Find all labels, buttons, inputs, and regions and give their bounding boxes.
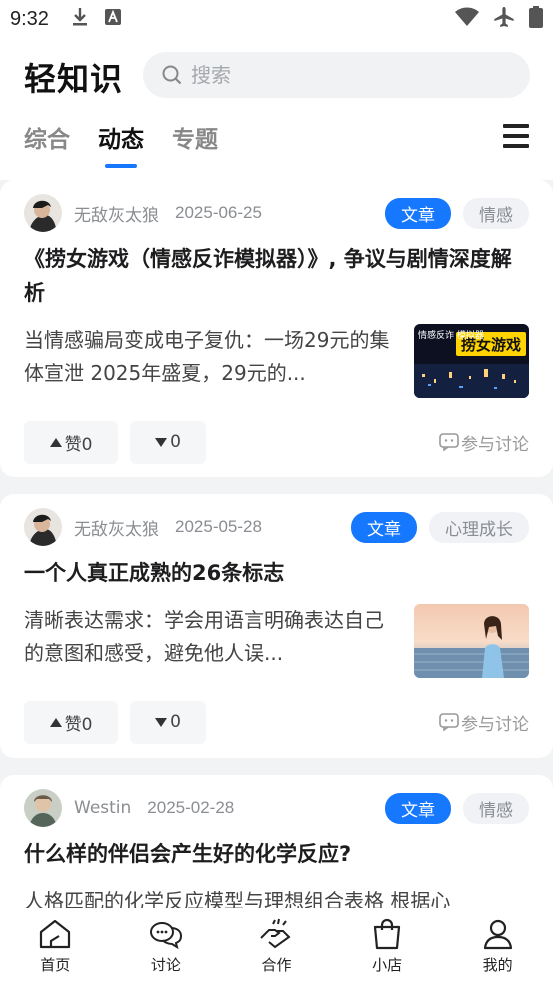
type-tag[interactable]: 文章 [351, 511, 417, 543]
feed: 无敌灰太狼 2025-06-25 文章 情感 《捞女游戏（情感反诈模拟器）》, … [0, 180, 553, 908]
post-card[interactable]: Westin 2025-02-28 文章 情感 什么样的伴侣会产生好的化学反应?… [0, 775, 553, 908]
author-name[interactable]: 无敌灰太狼 [74, 201, 159, 226]
dislike-button[interactable]: 0 [130, 420, 206, 464]
menu-icon-bar [503, 134, 529, 138]
header: 轻知识 综合 动态 专题 [0, 38, 553, 180]
type-tag[interactable]: 文章 [385, 197, 451, 229]
post-card[interactable]: 无敌灰太狼 2025-06-25 文章 情感 《捞女游戏（情感反诈模拟器）》, … [0, 180, 553, 477]
discuss-button[interactable]: 参与讨论 [439, 710, 529, 735]
discuss-label: 参与讨论 [461, 714, 529, 735]
home-icon [40, 919, 71, 948]
avatar[interactable] [24, 194, 62, 232]
menu-icon-bar [503, 144, 529, 148]
battery-icon [529, 6, 543, 32]
nav-label: 首页 [40, 955, 71, 974]
avatar[interactable] [24, 789, 62, 827]
post-summary[interactable]: 清晰表达需求：学会用语言明确表达自己的意图和感受，避免他人误... [24, 604, 396, 670]
font-icon [104, 9, 121, 29]
post-date: 2025-02-28 [147, 798, 235, 817]
like-button[interactable]: 赞0 [24, 700, 118, 744]
wifi-icon [455, 7, 479, 31]
comment-icon [439, 713, 459, 731]
post-title[interactable]: 一个人真正成熟的26条标志 [24, 556, 529, 590]
nav-label: 合作 [261, 955, 292, 974]
status-time: 9:32 [10, 7, 49, 30]
nav-discuss[interactable]: 讨论 [126, 918, 206, 975]
avatar[interactable] [24, 508, 62, 546]
like-count: 赞0 [64, 714, 93, 735]
search-box[interactable] [143, 52, 530, 98]
post-summary[interactable]: 人格匹配的化学反应模型与理想组合表格 根据心 [24, 885, 529, 908]
tab-comprehensive[interactable]: 综合 [24, 120, 70, 168]
app-title: 轻知识 [24, 60, 124, 98]
search-input[interactable] [191, 63, 491, 87]
discuss-button[interactable]: 参与讨论 [439, 430, 529, 455]
dislike-count: 0 [170, 712, 181, 732]
user-icon [483, 919, 512, 949]
post-summary[interactable]: 当情感骗局变成电子复仇：一场29元的集体宣泄 2025年盛夏，29元的... [24, 324, 396, 390]
chat-icon [149, 921, 182, 949]
shopping-bag-icon [373, 918, 401, 949]
nav-label: 讨论 [150, 955, 181, 974]
comment-icon [439, 433, 459, 451]
handshake-icon [260, 918, 292, 948]
nav-profile[interactable]: 我的 [458, 918, 538, 975]
tab-topics[interactable]: 专题 [172, 120, 218, 168]
post-actions: 赞0 0 参与讨论 [24, 700, 529, 744]
search-icon [162, 65, 182, 85]
menu-button[interactable] [503, 124, 529, 148]
airplane-icon [493, 6, 515, 32]
category-tag[interactable]: 心理成长 [429, 511, 529, 543]
bottom-nav: 首页 讨论 合作 小店 我的 [0, 908, 553, 984]
tab-bar: 综合 动态 专题 [24, 120, 218, 168]
nav-home[interactable]: 首页 [15, 918, 95, 975]
upvote-icon [49, 717, 62, 727]
category-tag[interactable]: 情感 [463, 197, 529, 229]
nav-cooperate[interactable]: 合作 [236, 918, 316, 975]
downvote-icon [155, 717, 168, 727]
nav-shop[interactable]: 小店 [347, 918, 427, 975]
post-thumbnail[interactable] [414, 604, 529, 678]
post-meta: Westin 2025-02-28 文章 情感 [24, 789, 529, 827]
upvote-icon [49, 437, 62, 447]
post-date: 2025-05-28 [175, 517, 262, 536]
post-date: 2025-06-25 [175, 203, 262, 222]
thumbnail-small-text: 情感反诈 模拟器 [418, 329, 484, 341]
post-card[interactable]: 无敌灰太狼 2025-05-28 文章 心理成长 一个人真正成熟的26条标志 清… [0, 494, 553, 758]
nav-label: 小店 [372, 955, 403, 974]
dislike-count: 0 [170, 432, 181, 452]
post-actions: 赞0 0 参与讨论 [24, 420, 529, 464]
tab-dynamic[interactable]: 动态 [98, 120, 144, 168]
type-tag[interactable]: 文章 [385, 792, 451, 824]
discuss-label: 参与讨论 [461, 434, 529, 455]
dislike-button[interactable]: 0 [130, 700, 206, 744]
post-thumbnail[interactable]: 捞女游戏 情感反诈 模拟器 [414, 324, 529, 398]
post-title[interactable]: 《捞女游戏（情感反诈模拟器）》, 争议与剧情深度解析 [24, 242, 529, 310]
author-name[interactable]: Westin [74, 798, 131, 818]
download-icon [71, 7, 89, 31]
status-bar: 9:32 [0, 0, 553, 38]
post-title[interactable]: 什么样的伴侣会产生好的化学反应? [24, 837, 529, 871]
post-meta: 无敌灰太狼 2025-05-28 文章 心理成长 [24, 508, 529, 546]
category-tag[interactable]: 情感 [463, 792, 529, 824]
like-button[interactable]: 赞0 [24, 420, 118, 464]
menu-icon-bar [503, 124, 529, 128]
downvote-icon [155, 437, 168, 447]
author-name[interactable]: 无敌灰太狼 [74, 515, 159, 540]
like-count: 赞0 [64, 434, 93, 455]
post-meta: 无敌灰太狼 2025-06-25 文章 情感 [24, 194, 529, 232]
nav-label: 我的 [482, 955, 513, 974]
